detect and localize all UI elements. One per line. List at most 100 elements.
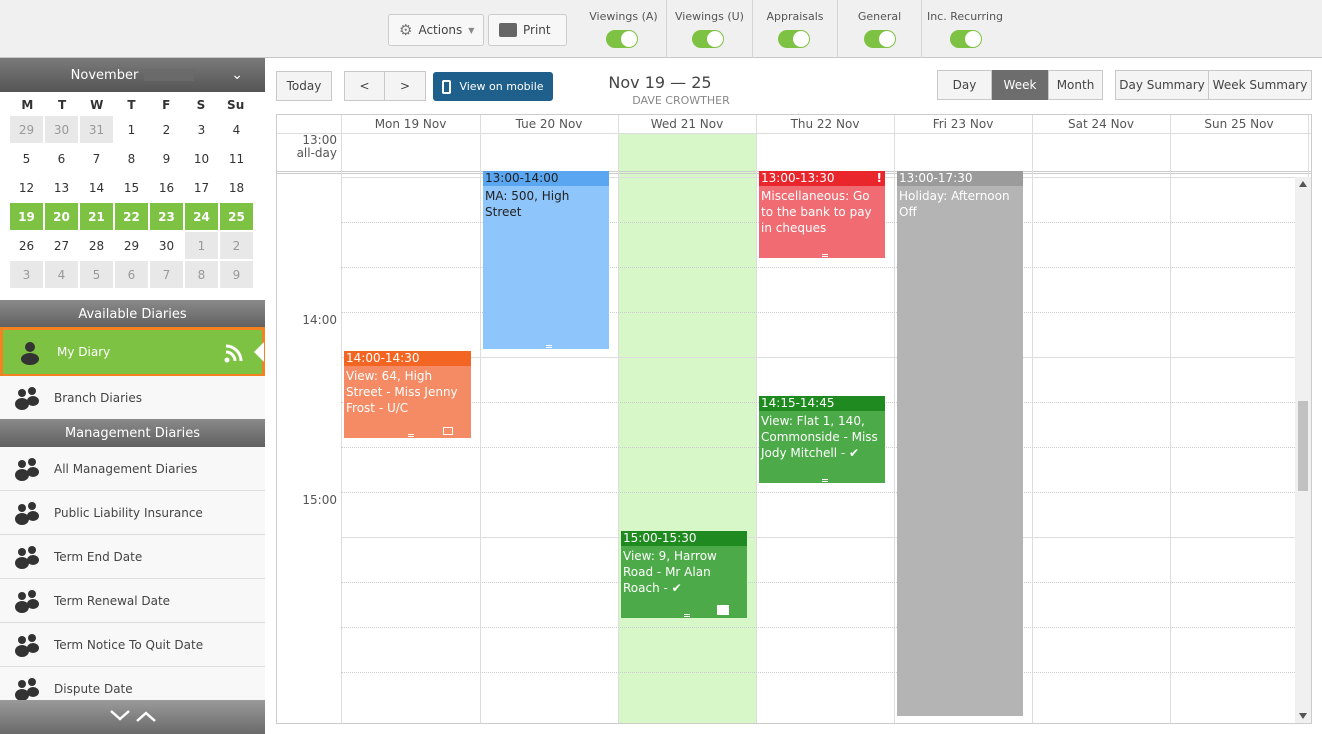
calendar-day[interactable]: 7 (150, 261, 183, 288)
calendar-day[interactable]: 14 (80, 174, 113, 201)
management-diary-item[interactable]: Term Notice To Quit Date (0, 623, 265, 667)
calendar-day[interactable]: 1 (185, 232, 218, 259)
my-diary-item[interactable]: My Diary (0, 327, 265, 377)
resize-handle-icon[interactable] (407, 434, 414, 437)
calendar-event[interactable]: 13:00-13:30 Miscellaneous: Go to the bank… (759, 171, 885, 258)
week-summary-button[interactable]: Week Summary (1208, 70, 1312, 100)
rss-icon[interactable] (224, 343, 244, 366)
toggle-switch[interactable] (606, 30, 638, 48)
today-button[interactable]: Today (276, 71, 332, 101)
allday-row (277, 133, 1311, 174)
calendar-day[interactable]: 2 (150, 116, 183, 143)
calendar-day[interactable]: 10 (185, 145, 218, 172)
toggle-viewings-a[interactable]: Viewings (A) (581, 0, 667, 58)
day-column-header[interactable]: Sat 24 Nov (1032, 115, 1170, 133)
calendar-day[interactable]: 8 (115, 145, 148, 172)
toggle-switch[interactable] (950, 30, 982, 48)
calendar-day[interactable]: 3 (10, 261, 43, 288)
calendar-day[interactable]: 11 (220, 145, 253, 172)
calendar-day[interactable]: 16 (150, 174, 183, 201)
calendar-day[interactable]: 5 (80, 261, 113, 288)
month-header[interactable]: November ⌄ (0, 58, 265, 92)
calendar-day[interactable]: 3 (185, 116, 218, 143)
calendar-day[interactable]: 4 (45, 261, 78, 288)
prev-button[interactable]: < (344, 71, 385, 101)
actions-button[interactable]: ⚙ Actions ▼ (388, 14, 484, 46)
calendar-day[interactable]: 30 (150, 232, 183, 259)
toggle-viewings-u[interactable]: Viewings (U) (667, 0, 753, 58)
resize-handle-icon[interactable] (546, 345, 552, 348)
toggle-switch[interactable] (692, 30, 724, 48)
calendar-day[interactable]: 20 (45, 203, 78, 230)
management-diary-item[interactable]: Term End Date (0, 535, 265, 579)
resize-handle-icon[interactable] (822, 254, 828, 257)
calendar-day[interactable]: 29 (10, 116, 43, 143)
calendar-day[interactable]: 4 (220, 116, 253, 143)
calendar-day[interactable]: 5 (10, 145, 43, 172)
resize-handle-icon[interactable] (822, 479, 828, 482)
vertical-scrollbar[interactable] (1295, 177, 1311, 723)
calendar-day[interactable]: 1 (115, 116, 148, 143)
event-title: View: 64, High Street - Miss Jenny Frost… (346, 369, 458, 415)
calendar-day[interactable]: 23 (150, 203, 183, 230)
view-day-button[interactable]: Day (937, 70, 992, 100)
next-button[interactable]: > (384, 71, 426, 101)
next-label: > (399, 79, 411, 93)
calendar-day[interactable]: 9 (150, 145, 183, 172)
view-month-button[interactable]: Month (1048, 70, 1103, 100)
calendar-event[interactable]: 13:00-17:30 Holiday: Afternoon Off (897, 171, 1023, 716)
scroll-down-arrow[interactable] (1299, 713, 1307, 719)
view-on-mobile-button[interactable]: View on mobile (433, 72, 553, 101)
calendar-day[interactable]: 6 (115, 261, 148, 288)
double-chevron-up-icon[interactable] (135, 709, 157, 726)
day-column-header[interactable]: Fri 23 Nov (894, 115, 1032, 133)
day-column-header[interactable]: Mon 19 Nov (341, 115, 480, 133)
management-diary-item[interactable]: All Management Diaries (0, 447, 265, 491)
calendar-day[interactable]: 13 (45, 174, 78, 201)
calendar-day[interactable]: 21 (80, 203, 113, 230)
calendar-day[interactable]: 8 (185, 261, 218, 288)
view-week-button[interactable]: Week (992, 70, 1048, 100)
calendar-day[interactable]: 26 (10, 232, 43, 259)
day-column-header[interactable]: Thu 22 Nov (756, 115, 894, 133)
calendar-day[interactable]: 31 (80, 116, 113, 143)
calendar-event[interactable]: 15:00-15:30 View: 9, Harrow Road - Mr Ala… (621, 531, 747, 618)
calendar-day[interactable]: 7 (80, 145, 113, 172)
scroll-thumb[interactable] (1298, 401, 1308, 491)
day-column-header[interactable]: Wed 21 Nov (618, 115, 756, 133)
toggle-switch[interactable] (778, 30, 810, 48)
calendar-day[interactable]: 24 (185, 203, 218, 230)
chevron-down-icon[interactable]: ⌄ (231, 67, 243, 83)
calendar-day[interactable]: 19 (10, 203, 43, 230)
calendar-day[interactable]: 29 (115, 232, 148, 259)
resize-handle-icon[interactable] (684, 614, 690, 617)
management-diary-item[interactable]: Public Liability Insurance (0, 491, 265, 535)
calendar-day[interactable]: 30 (45, 116, 78, 143)
calendar-event[interactable]: 14:00-14:30 View: 64, High Street - Miss … (344, 351, 471, 438)
calendar-day[interactable]: 15 (115, 174, 148, 201)
calendar-event[interactable]: 14:15-14:45 View: Flat 1, 140, Commonside… (759, 396, 885, 483)
calendar-day[interactable]: 6 (45, 145, 78, 172)
management-diary-item[interactable]: Term Renewal Date (0, 579, 265, 623)
print-button[interactable]: Print (488, 14, 567, 46)
calendar-day[interactable]: 25 (220, 203, 253, 230)
toggle-appraisals[interactable]: Appraisals (753, 0, 838, 58)
calendar-day[interactable]: 18 (220, 174, 253, 201)
calendar-day[interactable]: 27 (45, 232, 78, 259)
calendar-day[interactable]: 28 (80, 232, 113, 259)
scroll-up-arrow[interactable] (1299, 181, 1307, 187)
calendar-day[interactable]: 12 (10, 174, 43, 201)
calendar-day[interactable]: 17 (185, 174, 218, 201)
day-column-header[interactable]: Tue 20 Nov (480, 115, 618, 133)
day-column-header[interactable]: Sun 25 Nov (1170, 115, 1308, 133)
calendar-event[interactable]: 13:00-14:00 MA: 500, High Street (483, 171, 609, 349)
toggle-inc-recurring[interactable]: Inc. Recurring (922, 0, 1008, 58)
calendar-day[interactable]: 22 (115, 203, 148, 230)
calendar-day[interactable]: 2 (220, 232, 253, 259)
calendar-day[interactable]: 9 (220, 261, 253, 288)
toggle-switch[interactable] (864, 30, 896, 48)
double-chevron-down-icon[interactable] (109, 709, 131, 726)
branch-diaries-item[interactable]: Branch Diaries (0, 376, 265, 420)
toggle-general[interactable]: General (838, 0, 922, 58)
day-summary-button[interactable]: Day Summary (1115, 70, 1209, 100)
